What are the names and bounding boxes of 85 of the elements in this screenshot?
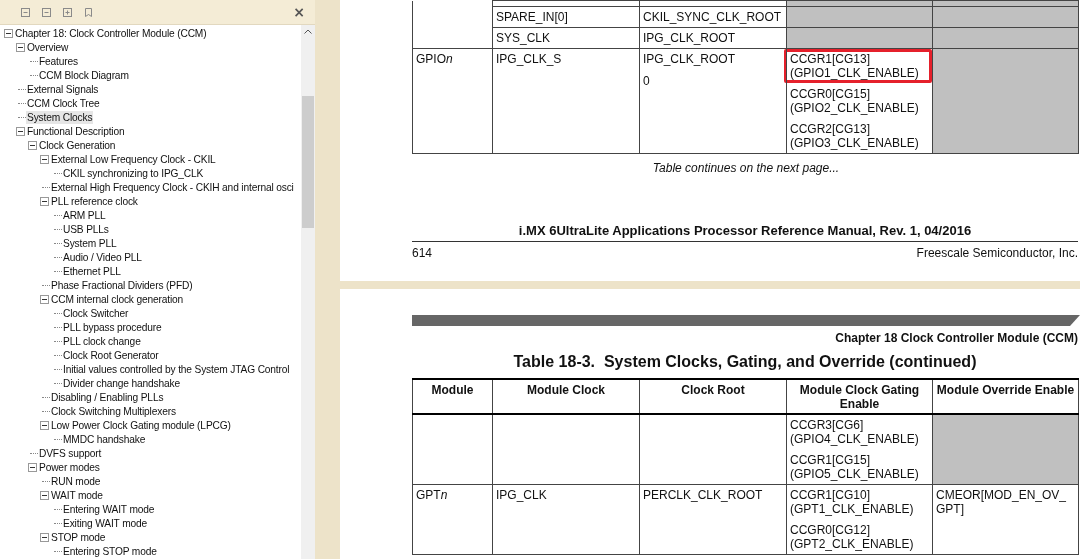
collapse-icon[interactable]	[39, 294, 49, 304]
gating-entry: CCGR1[CG15] (GPIO5_CLK_ENABLE)	[790, 453, 920, 481]
bookmark-item[interactable]: Clock Root Generator	[62, 348, 160, 362]
bookmark-item[interactable]: MMDC handshake	[62, 432, 147, 446]
bookmark-item[interactable]: Functional Description	[26, 124, 126, 138]
table-cell-text: PERCLK_CLK_ROOT	[643, 488, 764, 502]
table-title: Table 18-3. System Clocks, Gating, and Override (continued)	[512, 353, 978, 371]
bookmark-item[interactable]: CCM Block Diagram	[38, 68, 130, 82]
collapse-icon[interactable]	[3, 28, 13, 38]
table-cell-text: IPG_CLK_ROOT	[643, 52, 737, 66]
override-text: CMEOR[MOD_EN_OV_GPT]	[936, 488, 1068, 516]
publisher-text: Freescale Semiconductor, Inc.	[916, 246, 1078, 260]
table-cell: GPTn	[412, 484, 493, 555]
gating-entry: CCGR0[CG15] (GPIO2_CLK_ENABLE)	[790, 87, 920, 115]
bookmark-item[interactable]: PLL reference clock	[50, 194, 139, 208]
bookmark-item[interactable]: ARM PLL	[62, 208, 107, 222]
bookmark-item[interactable]: Divider change handshake	[62, 376, 182, 390]
table-cell: IPG_CLK_S	[492, 48, 640, 154]
bookmark-item[interactable]: Overview	[26, 40, 70, 54]
column-header: Module Clock	[492, 379, 640, 414]
bookmark-item[interactable]: PLL bypass procedure	[62, 320, 163, 334]
gating-entry: CCGR3[CG6] (GPIO4_CLK_ENABLE)	[790, 418, 920, 446]
bookmark-item[interactable]: System PLL	[62, 236, 118, 250]
bookmark-item[interactable]: Phase Fractional Dividers (PFD)	[50, 278, 194, 292]
bookmark-item[interactable]: External Signals	[26, 82, 100, 96]
gating-entry: CCGR0[CG12] (GPT2_CLK_ENABLE)	[790, 523, 915, 551]
bookmark-item[interactable]: PLL clock change	[62, 334, 142, 348]
table-cell: SYS_CLK	[492, 27, 640, 49]
collapse-icon[interactable]	[15, 42, 25, 52]
bookmark-item[interactable]: Ethernet PLL	[62, 264, 122, 278]
gating-entry: CCGR1[CG10] (GPT1_CLK_ENABLE)	[790, 488, 915, 516]
bookmark-item[interactable]: System Clocks	[26, 110, 94, 124]
collapse-icon[interactable]	[39, 532, 49, 542]
bookmark-item[interactable]: Clock Switching Multiplexers	[50, 404, 177, 418]
bookmark-item[interactable]: CKIL synchronizing to IPG_CLK	[62, 166, 205, 180]
collapse-icon[interactable]	[27, 140, 37, 150]
bookmark-item[interactable]: Entering STOP mode	[62, 544, 158, 558]
bookmark-item[interactable]: CCM Clock Tree	[26, 96, 101, 110]
add-bookmark-icon[interactable]	[62, 6, 73, 18]
table-cell-text: CKIL_SYNC_CLK_ROOT	[643, 10, 782, 24]
page-number: 614	[412, 246, 433, 260]
collapse-icon[interactable]	[39, 154, 49, 164]
collapse-icon[interactable]	[27, 462, 37, 472]
bookmark-item[interactable]: Low Power Clock Gating module (LPCG)	[50, 418, 232, 432]
bookmark-item[interactable]: RUN mode	[50, 474, 102, 488]
bookmark-item[interactable]: Chapter 18: Clock Controller Module (CCM)	[14, 26, 208, 40]
scrollbar[interactable]	[301, 25, 315, 559]
table-cell: GPIOn	[412, 48, 493, 154]
table-cell: IPG_CLK	[492, 484, 640, 555]
table-cell-text: IPG_CLK_ROOT	[643, 31, 737, 45]
bookmark-item[interactable]: Power modes	[38, 460, 101, 474]
scrollbar-thumb[interactable]	[302, 96, 314, 228]
collapse-icon[interactable]	[39, 490, 49, 500]
bookmark-item[interactable]: Clock Switcher	[62, 306, 130, 320]
bookmark-item[interactable]: Audio / Video PLL	[62, 250, 143, 264]
bookmark-item[interactable]: Disabling / Enabling PLLs	[50, 390, 165, 404]
gating-entry: CCGR2[CG13] (GPIO3_CLK_ENABLE)	[790, 122, 920, 150]
bookmark-item[interactable]: DVFS support	[38, 446, 103, 460]
table-cell-text: 0	[643, 74, 651, 88]
bookmark-item[interactable]: Exiting WAIT mode	[62, 516, 149, 530]
chapter-heading: Chapter 18 Clock Controller Module (CCM)	[834, 331, 1078, 345]
column-header: Module	[412, 379, 493, 414]
bookmark-item[interactable]: External High Frequency Clock - CKIH and internal osci	[50, 180, 295, 194]
bookmark-item[interactable]: External Low Frequency Clock - CKIL	[50, 152, 217, 166]
footer-title: i.MX 6UltraLite Applications Processor Reference Manual, Rev. 1, 04/2016	[412, 223, 1078, 242]
collapse-all-icon[interactable]	[41, 6, 52, 18]
column-header: Clock Root	[639, 379, 787, 414]
table-cell: SPARE_IN[0]	[492, 6, 640, 28]
collapse-icon[interactable]	[39, 420, 49, 430]
scroll-up-icon[interactable]	[304, 29, 312, 34]
bookmark-item[interactable]: Initial values controlled by the System JTAG Control	[62, 362, 291, 376]
bookmark-item[interactable]: CCM internal clock generation	[50, 292, 185, 306]
highlighted-entry: CCGR1[CG13] (GPIO1_CLK_ENABLE)	[784, 49, 932, 83]
bookmark-item[interactable]: Clock Generation	[38, 138, 117, 152]
table-note: Table continues on the next page...	[651, 161, 841, 175]
collapse-icon[interactable]	[39, 196, 49, 206]
bookmark-item[interactable]: USB PLLs	[62, 222, 110, 236]
bookmark-item[interactable]: STOP mode	[50, 530, 107, 544]
column-header: Module Clock Gating Enable	[786, 379, 933, 414]
close-button[interactable]: ×	[291, 4, 307, 20]
bookmark-icon[interactable]	[83, 6, 94, 18]
bookmark-item[interactable]: Entering WAIT mode	[62, 502, 156, 516]
bookmark-item[interactable]: WAIT mode	[50, 488, 104, 502]
collapse-icon[interactable]	[15, 126, 25, 136]
bookmark-item[interactable]: Features	[38, 54, 79, 68]
